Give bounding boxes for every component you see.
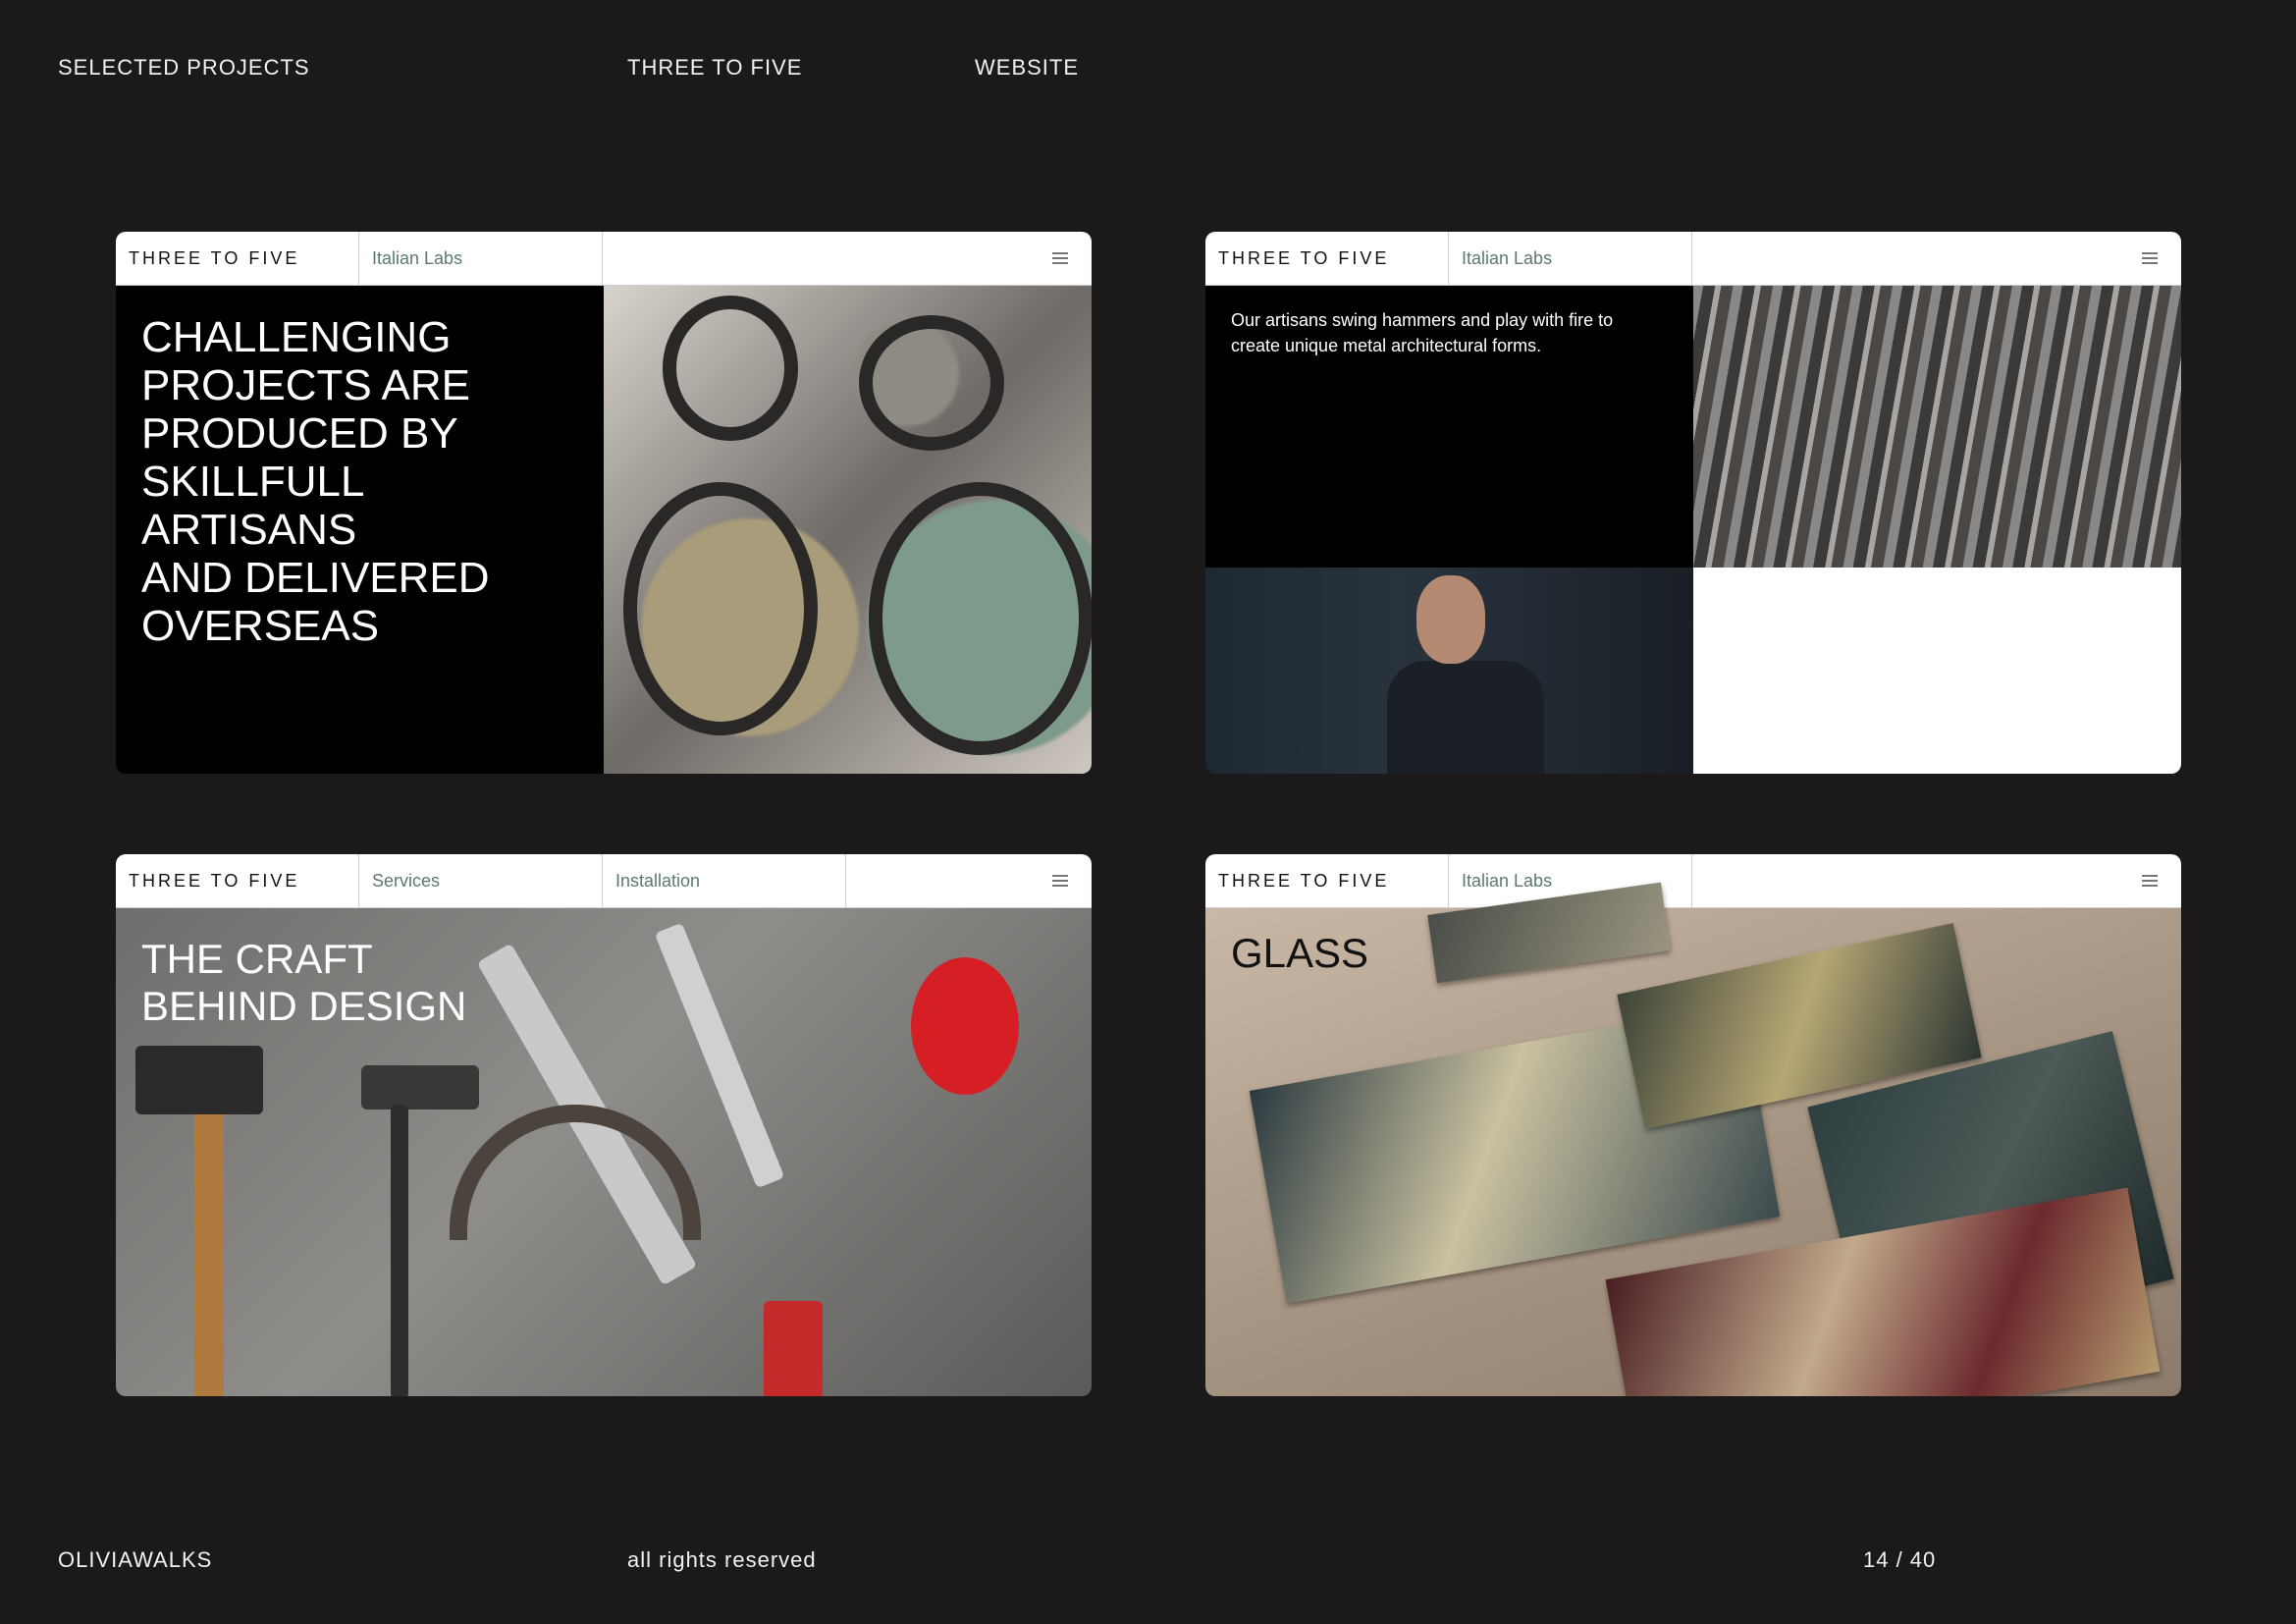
site-logo[interactable]: THREE TO FIVE <box>1205 232 1449 285</box>
site-navbar: THREE TO FIVE Italian Labs <box>1205 232 2181 286</box>
site-logo[interactable]: THREE TO FIVE <box>1205 854 1449 907</box>
page-number: 14 / 40 <box>1863 1547 1937 1572</box>
website-mockup-card: THREE TO FIVE Italian Labs Our artisans … <box>1205 232 2181 774</box>
hamburger-menu-icon[interactable] <box>2142 252 2158 264</box>
rights-notice: all rights reserved <box>627 1547 817 1572</box>
website-mockup-card: THREE TO FIVE Services Installation THE … <box>116 854 1092 1396</box>
nav-link-installation[interactable]: Installation <box>603 854 846 907</box>
nav-link-italian-labs[interactable]: Italian Labs <box>359 232 603 285</box>
blank-panel <box>1693 568 2181 774</box>
website-mockup-card: THREE TO FIVE Italian Labs CHALLENGING P… <box>116 232 1092 774</box>
wrought-iron-photo <box>604 286 1092 774</box>
client-name: THREE TO FIVE <box>627 55 803 80</box>
site-logo[interactable]: THREE TO FIVE <box>116 232 359 285</box>
hamburger-menu-icon[interactable] <box>1052 252 1068 264</box>
hero-headline: THE CRAFT BEHIND DESIGN <box>141 936 467 1029</box>
hamburger-menu-icon[interactable] <box>2142 875 2158 887</box>
hero-headline: CHALLENGING PROJECTS ARE PRODUCED BY SKI… <box>141 313 490 650</box>
chisels-photo <box>1693 286 2181 568</box>
project-type: WEBSITE <box>975 55 1080 80</box>
site-navbar: THREE TO FIVE Italian Labs <box>116 232 1092 286</box>
nav-link-italian-labs[interactable]: Italian Labs <box>1449 232 1692 285</box>
author-name: OLIVIAWALKS <box>58 1547 213 1572</box>
hamburger-menu-icon[interactable] <box>1052 875 1068 887</box>
nav-link-services[interactable]: Services <box>359 854 603 907</box>
hero-headline: GLASS <box>1231 930 1369 976</box>
glass-panels-photo <box>1205 882 2181 1396</box>
website-mockup-card: THREE TO FIVE Italian Labs GLASS <box>1205 854 2181 1396</box>
site-logo[interactable]: THREE TO FIVE <box>116 854 359 907</box>
artisan-portrait-photo <box>1205 568 1693 774</box>
site-navbar: THREE TO FIVE Italian Labs <box>1205 854 2181 908</box>
section-title: SELECTED PROJECTS <box>58 55 310 80</box>
site-navbar: THREE TO FIVE Services Installation <box>116 854 1092 908</box>
intro-paragraph: Our artisans swing hammers and play with… <box>1231 310 1614 355</box>
